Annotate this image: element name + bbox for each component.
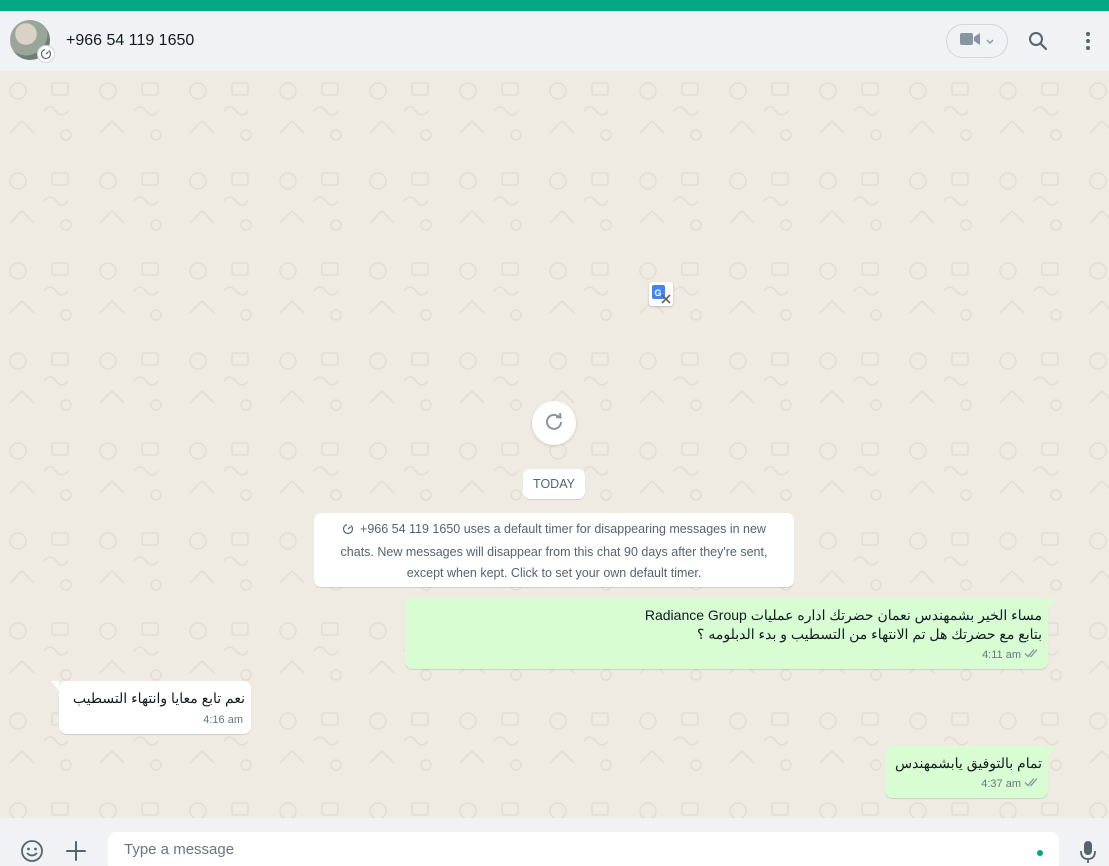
timer-icon	[37, 45, 55, 63]
message-line: بتابع مع حضرتك هل تم الانتهاء من التسطيب…	[697, 626, 1042, 642]
search-icon[interactable]	[1026, 29, 1050, 53]
double-check-icon	[1024, 775, 1040, 794]
disappearing-messages-notice[interactable]: +966 54 119 1650 uses a default timer fo…	[314, 513, 794, 587]
video-camera-icon	[960, 32, 980, 51]
message-input[interactable]	[108, 832, 1059, 866]
message-composer	[0, 818, 1109, 866]
chat-panel[interactable]: G TODAY +966 54 119 1650 uses a default …	[0, 71, 1109, 818]
refresh-button[interactable]	[532, 401, 576, 445]
bubble-tail	[1048, 746, 1056, 756]
message-line: نعم تابع معايا وانتهاء التسطيب	[72, 690, 245, 706]
chevron-down-icon	[986, 32, 994, 50]
double-check-icon	[1024, 646, 1040, 665]
incoming-message[interactable]: نعم تابع معايا وانتهاء التسطيب 4:16 am	[51, 681, 251, 734]
bubble-tail	[1048, 598, 1056, 608]
avatar[interactable]	[10, 20, 55, 63]
message-time: 4:16 am	[203, 714, 243, 726]
plus-icon[interactable]	[63, 838, 89, 864]
system-message-text: +966 54 119 1650 uses a default timer fo…	[340, 522, 768, 580]
date-divider: TODAY	[523, 469, 585, 499]
timer-icon	[342, 521, 354, 542]
contact-name[interactable]: +966 54 119 1650	[66, 32, 194, 50]
outgoing-message[interactable]: تمام بالتوفيق يابشمهندس 4:37 am	[885, 746, 1056, 798]
chat-header: +966 54 119 1650	[0, 11, 1109, 71]
refresh-icon	[544, 411, 564, 436]
message-line: مساء الخير بشمهندس نعمان حضرتك اداره عمل…	[644, 607, 1042, 623]
bubble-tail	[51, 681, 59, 691]
app-top-strip	[0, 0, 1109, 11]
message-line: تمام بالتوفيق يابشمهندس	[895, 755, 1042, 771]
translate-icon[interactable]: G	[649, 282, 673, 306]
message-time: 4:11 am	[982, 649, 1021, 661]
emoji-icon[interactable]	[19, 838, 45, 864]
video-call-button[interactable]	[946, 24, 1008, 58]
outgoing-message[interactable]: مساء الخير بشمهندس نعمان حضرتك اداره عمل…	[405, 598, 1056, 669]
message-time: 4:37 am	[981, 778, 1021, 790]
status-dot	[1037, 850, 1043, 856]
microphone-icon[interactable]	[1075, 839, 1101, 865]
svg-text:G: G	[655, 288, 662, 298]
menu-icon[interactable]	[1076, 29, 1100, 53]
